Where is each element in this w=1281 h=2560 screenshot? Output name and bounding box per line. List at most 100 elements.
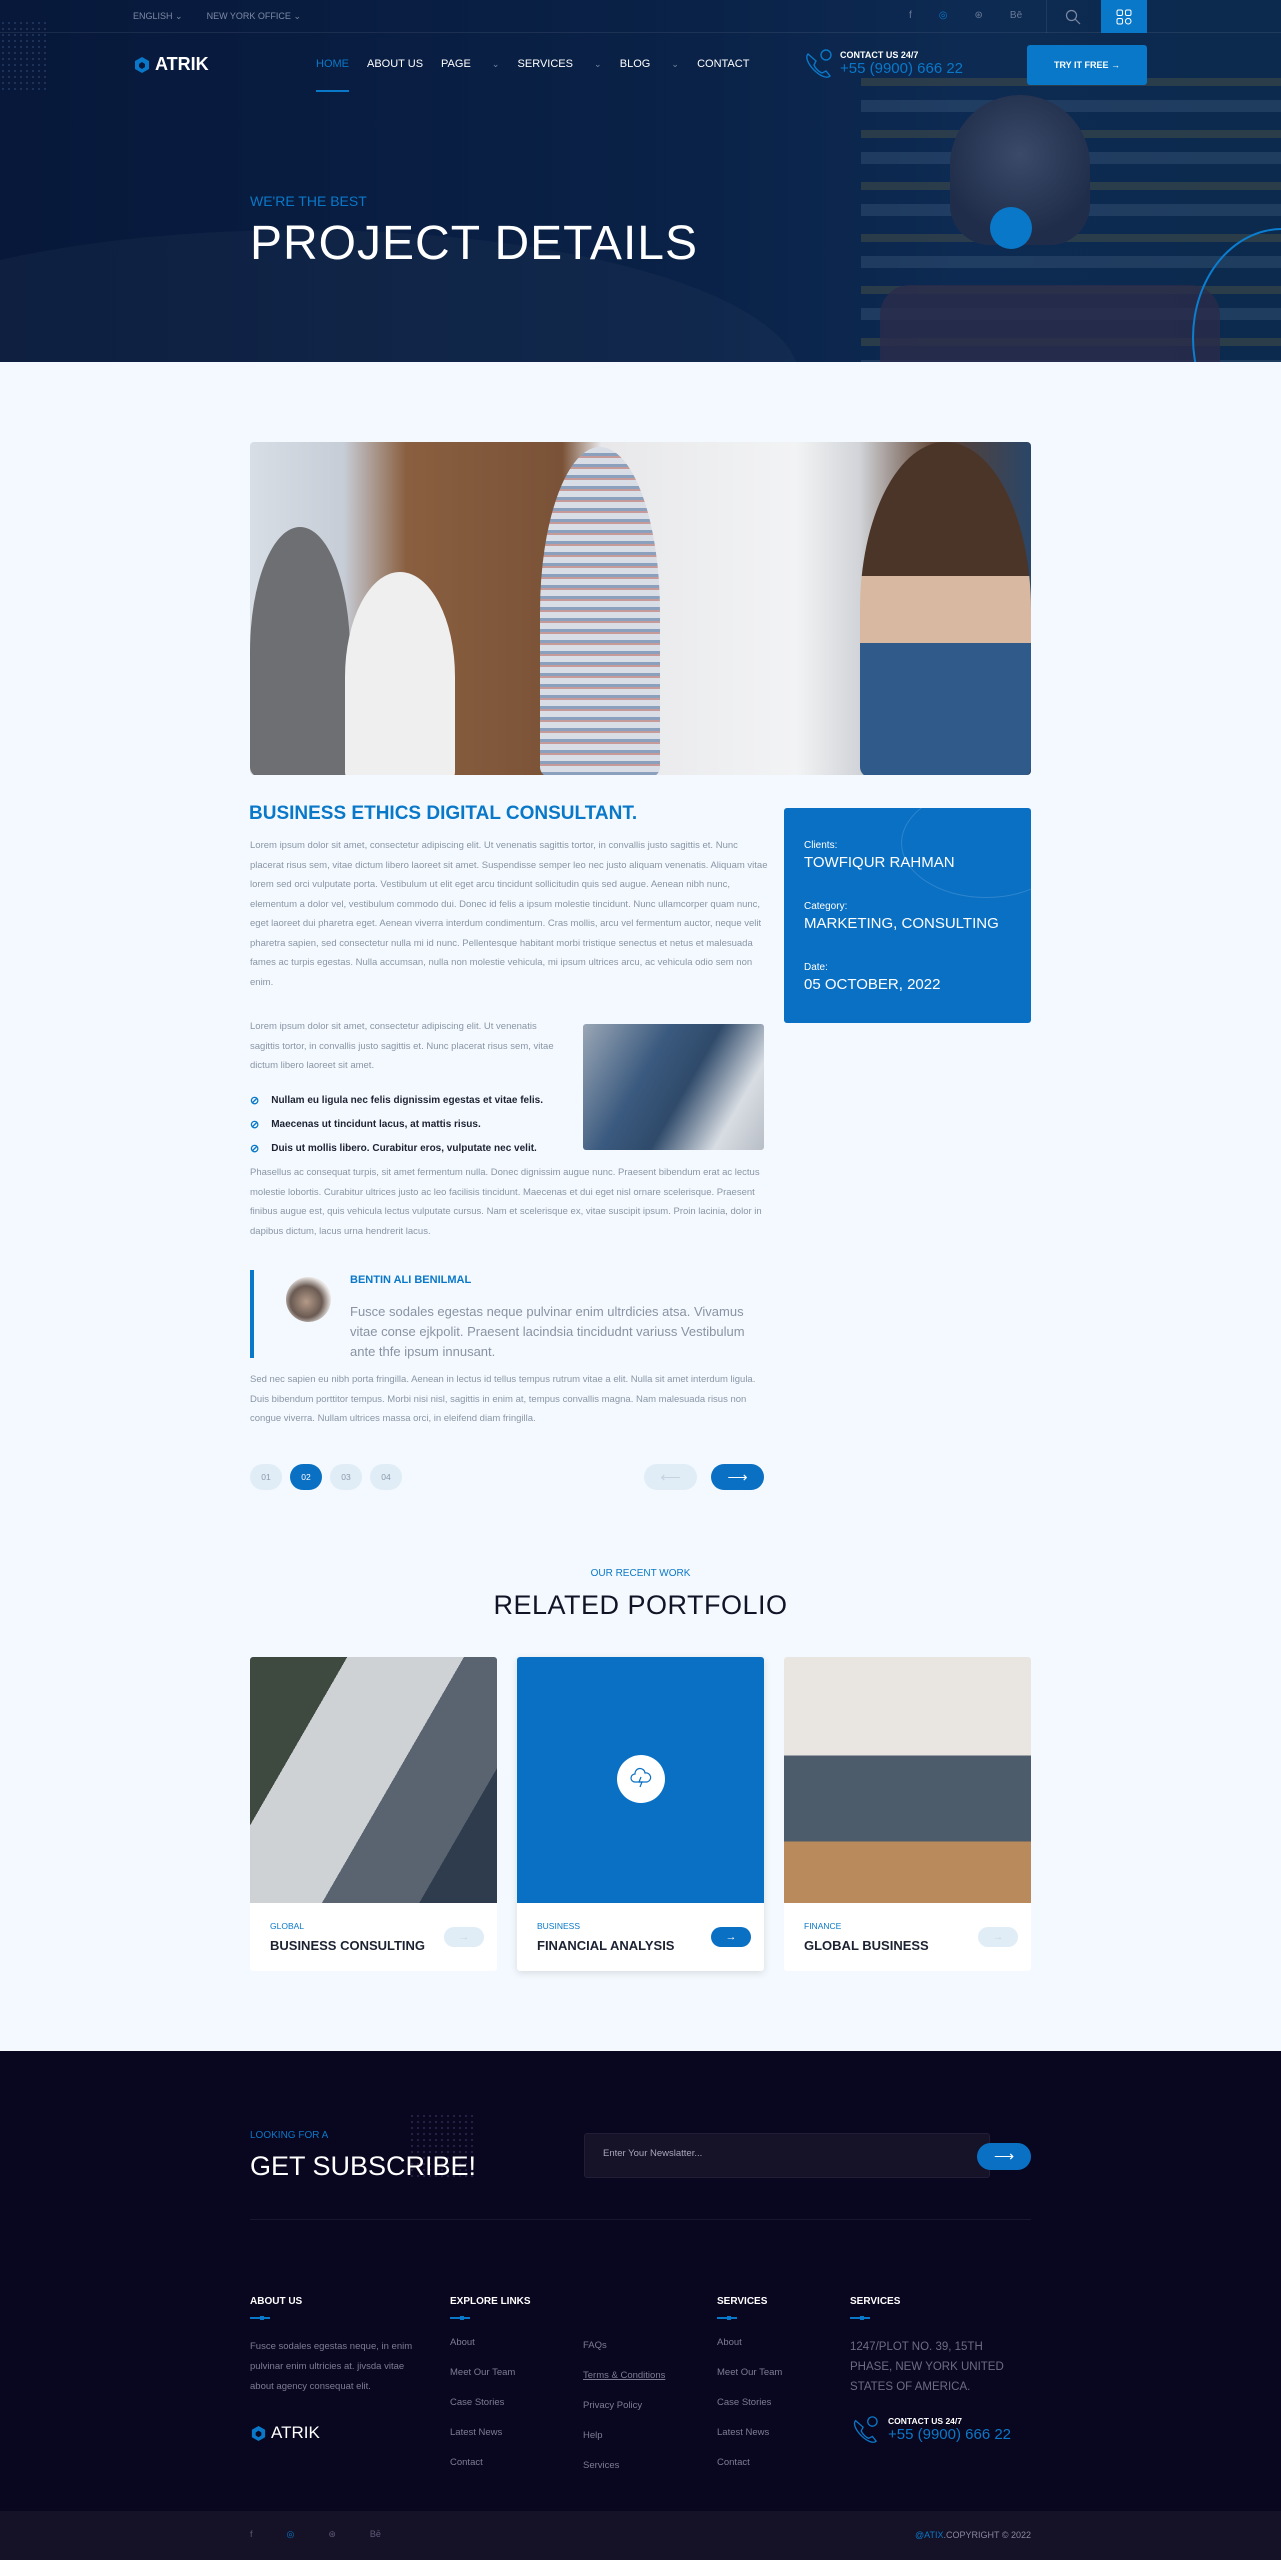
dribbble-icon[interactable]: ⊛ bbox=[975, 10, 983, 21]
facebook-icon[interactable]: f bbox=[250, 2529, 253, 2540]
footer-link-active[interactable]: Terms & Conditions bbox=[583, 2370, 665, 2400]
portfolio-title: FINANCIAL ANALYSIS bbox=[537, 1938, 675, 1953]
portfolio-image bbox=[517, 1657, 764, 1903]
brand-name: ATRIK bbox=[155, 54, 209, 74]
footer-link[interactable]: Contact bbox=[450, 2457, 531, 2487]
pagination: 01 02 03 04 bbox=[250, 1464, 402, 1490]
behance-icon[interactable]: Bē bbox=[1010, 10, 1022, 21]
image-figure bbox=[345, 572, 455, 775]
nav-about-us[interactable]: ABOUT US bbox=[367, 58, 423, 70]
image-figure bbox=[540, 447, 660, 775]
portfolio-image bbox=[784, 1657, 1031, 1903]
grid-icon bbox=[1116, 9, 1132, 24]
dribbble-icon[interactable]: ⊛ bbox=[328, 2529, 336, 2540]
footer-link[interactable]: Help bbox=[583, 2430, 665, 2460]
heading-underline bbox=[717, 2316, 737, 2320]
page-button[interactable]: 03 bbox=[330, 1464, 362, 1490]
behance-icon[interactable]: Bē bbox=[370, 2529, 381, 2540]
footer-link[interactable]: About bbox=[450, 2337, 531, 2367]
search-button[interactable] bbox=[1046, 0, 1098, 33]
footer-address: 1247/PLOT NO. 39, 15TH PHASE, NEW YORK U… bbox=[850, 2341, 1004, 2393]
page-button[interactable]: 04 bbox=[370, 1464, 402, 1490]
nav-page[interactable]: PAGE ⌄ bbox=[441, 58, 500, 70]
overlay-button[interactable] bbox=[617, 1755, 665, 1803]
nav-services[interactable]: SERVICES ⌄ bbox=[518, 58, 602, 70]
phone-chat-icon bbox=[853, 2416, 878, 2443]
footer-link[interactable]: Latest News bbox=[450, 2427, 531, 2457]
project-paragraph-1: Lorem ipsum dolor sit amet, consectetur … bbox=[250, 840, 768, 988]
portfolio-arrow-button[interactable]: → bbox=[711, 1927, 751, 1947]
try-it-free-button[interactable]: TRY IT FREE → bbox=[1027, 45, 1147, 85]
instagram-icon[interactable]: ◎ bbox=[939, 10, 948, 21]
heading-underline bbox=[850, 2316, 870, 2320]
arrow-right-icon: → bbox=[458, 1931, 470, 1943]
copyright-text: .COPYRIGHT © 2022 bbox=[943, 2530, 1032, 2540]
footer-bottom-bar: f ◎ ⊛ Bē @ATIX.COPYRIGHT © 2022 bbox=[0, 2511, 1281, 2560]
footer-link[interactable]: Contact bbox=[717, 2457, 782, 2487]
prev-button[interactable]: ⟵ bbox=[644, 1464, 697, 1490]
checklist-item: ⊘ Maecenas ut tincidunt lacus, at mattis … bbox=[250, 1112, 543, 1136]
portfolio-title: GLOBAL BUSINESS bbox=[804, 1938, 929, 1953]
portfolio-arrow-button[interactable]: → bbox=[978, 1927, 1018, 1947]
arrow-left-icon: ⟵ bbox=[660, 1468, 681, 1485]
footer-phone[interactable]: +55 (9900) 666 22 bbox=[888, 2426, 1011, 2443]
copyright: @ATIX.COPYRIGHT © 2022 bbox=[915, 2530, 1031, 2540]
menu-grid-button[interactable] bbox=[1101, 0, 1147, 33]
footer-heading: SERVICES bbox=[850, 2296, 901, 2307]
footer-brand-name: ATRIK bbox=[271, 2423, 320, 2442]
portfolio-card[interactable]: BUSINESS FINANCIAL ANALYSIS → bbox=[517, 1657, 764, 1971]
arrow-right-icon: ⟶ bbox=[993, 2148, 1015, 2164]
office-select[interactable]: NEW YORK OFFICE ⌄ bbox=[207, 11, 301, 22]
footer-heading: EXPLORE LINKS bbox=[450, 2296, 531, 2307]
hero-subtitle: WE'RE THE BEST bbox=[250, 193, 367, 209]
footer-link[interactable]: Meet Our Team bbox=[717, 2367, 782, 2397]
footer-logo[interactable]: ATRIK bbox=[250, 2423, 420, 2443]
subscribe-subtitle: LOOKING FOR A bbox=[250, 2130, 329, 2141]
facebook-icon[interactable]: f bbox=[909, 10, 912, 21]
quote-avatar bbox=[286, 1277, 331, 1322]
portfolio-card[interactable]: FINANCE GLOBAL BUSINESS → bbox=[784, 1657, 1031, 1971]
footer-link[interactable]: Case Stories bbox=[717, 2397, 782, 2427]
brand-logo[interactable]: ATRIK bbox=[133, 54, 209, 75]
portfolio-arrow-button[interactable]: → bbox=[444, 1927, 484, 1947]
image-figure bbox=[250, 527, 350, 775]
footer-explore: EXPLORE LINKS About Meet Our Team Case S… bbox=[450, 2296, 531, 2487]
footer-link[interactable]: About bbox=[717, 2337, 782, 2367]
copyright-brand[interactable]: @ATIX bbox=[915, 2530, 943, 2540]
project-paragraph-2: Lorem ipsum dolor sit amet, consectetur … bbox=[250, 1021, 554, 1071]
portfolio-card[interactable]: GLOBAL BUSINESS CONSULTING → bbox=[250, 1657, 497, 1971]
footer: LOOKING FOR A GET SUBSCRIBE! ⟶ ABOUT US … bbox=[0, 2051, 1281, 2560]
nav-blog[interactable]: BLOG ⌄ bbox=[620, 58, 679, 70]
footer-link[interactable]: Privacy Policy bbox=[583, 2400, 665, 2430]
footer-contact-block: CONTACT US 24/7 +55 (9900) 666 22 bbox=[850, 2415, 1020, 2443]
nav-contact[interactable]: CONTACT bbox=[697, 58, 749, 70]
project-main-image bbox=[250, 442, 1031, 775]
project-title: BUSINESS ETHICS DIGITAL CONSULTANT. bbox=[249, 803, 638, 824]
contact-phone[interactable]: +55 (9900) 666 22 bbox=[840, 60, 963, 77]
newsletter-submit-button[interactable]: ⟶ bbox=[977, 2143, 1031, 2170]
instagram-icon[interactable]: ◎ bbox=[287, 2529, 295, 2540]
language-select[interactable]: ENGLISH ⌄ bbox=[133, 11, 183, 22]
page-button[interactable]: 01 bbox=[250, 1464, 282, 1490]
portfolio-image bbox=[250, 1657, 497, 1903]
footer-link[interactable]: Case Stories bbox=[450, 2397, 531, 2427]
info-category-label: Category: bbox=[804, 901, 848, 912]
check-circle-icon: ⊘ bbox=[250, 1118, 260, 1131]
footer-link[interactable]: Services bbox=[583, 2460, 665, 2490]
footer-link[interactable]: Latest News bbox=[717, 2427, 782, 2457]
nav-home[interactable]: HOME bbox=[316, 58, 349, 92]
nav-blog-label: BLOG bbox=[619, 58, 651, 70]
portfolio-category: GLOBAL bbox=[270, 1921, 305, 1931]
nav-services-label: SERVICES bbox=[517, 58, 573, 70]
newsletter-input[interactable] bbox=[603, 2148, 963, 2159]
chevron-down-icon: ⌄ bbox=[594, 59, 602, 69]
next-button[interactable]: ⟶ bbox=[711, 1464, 764, 1490]
footer-link[interactable]: FAQs bbox=[583, 2340, 665, 2370]
page-button-active[interactable]: 02 bbox=[290, 1464, 322, 1490]
phone-chat-icon bbox=[806, 49, 832, 78]
footer-link[interactable]: Meet Our Team bbox=[450, 2367, 531, 2397]
quote-author: BENTIN ALI BENILMAL bbox=[350, 1274, 472, 1286]
checklist: ⊘ Nullam eu ligula nec felis dignissim eg… bbox=[250, 1088, 543, 1160]
image-figure bbox=[860, 442, 1031, 775]
info-category-value: MARKETING, CONSULTING bbox=[804, 915, 999, 932]
